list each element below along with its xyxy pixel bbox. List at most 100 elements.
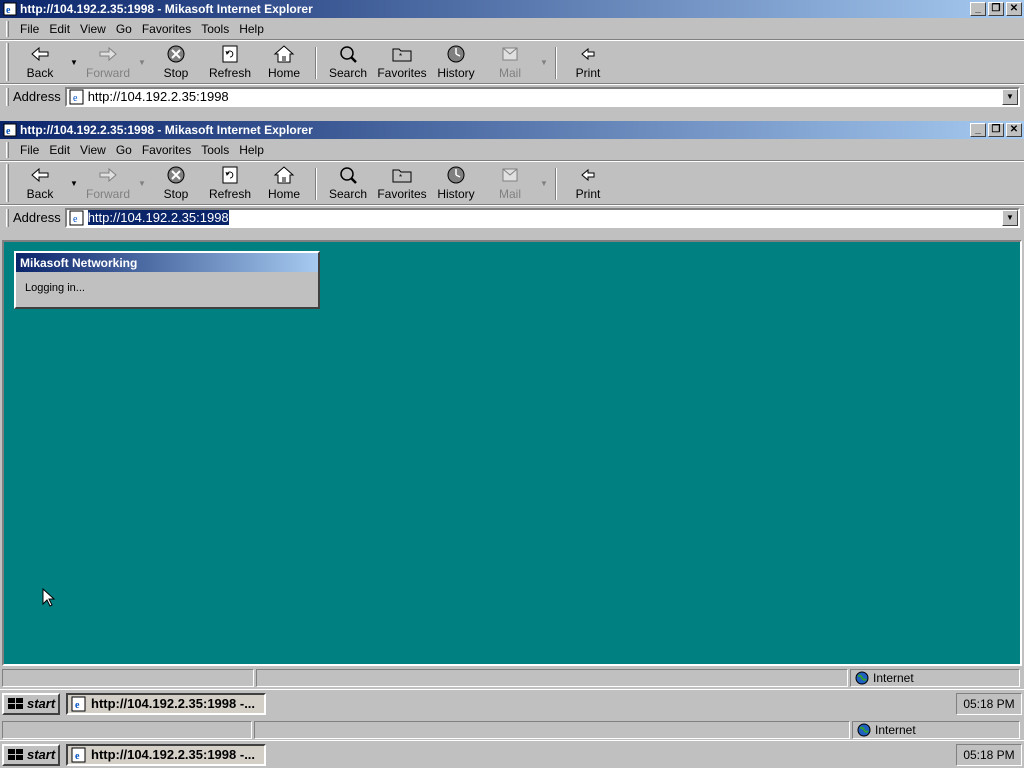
outer-menu-bar: File Edit View Go Favorites Tools Help (0, 18, 1024, 40)
menu-grip (6, 141, 9, 158)
inner-menu-go[interactable]: Go (111, 143, 137, 157)
outer-start-button[interactable]: start (2, 743, 60, 766)
outer-print-button[interactable]: Print (561, 41, 615, 83)
outer-browser-window: e http://104.192.2.35:1998 - Mikasoft In… (0, 0, 1024, 108)
inner-title-bar[interactable]: e http://104.192.2.35:1998 - Mikasoft In… (0, 121, 1024, 139)
outer-start-label: start (27, 747, 56, 762)
windows-flag-icon (8, 748, 23, 760)
svg-text:*: * (399, 52, 402, 61)
outer-address-dropdown[interactable]: ▼ (1002, 88, 1018, 105)
outer-menu-help[interactable]: Help (234, 22, 269, 36)
outer-restore-button[interactable]: ❐ (988, 2, 1004, 16)
networking-dialog: Mikasoft Networking Logging in... (14, 251, 320, 309)
outer-menu-tools[interactable]: Tools (196, 22, 234, 36)
mail-label: Mail (498, 66, 521, 80)
outer-mail-button[interactable]: Mail (483, 41, 537, 83)
history-label: History (437, 187, 475, 201)
inner-address-label: Address (13, 210, 61, 225)
outer-search-button[interactable]: Search (321, 41, 375, 83)
refresh-icon (222, 166, 238, 184)
svg-text:*: * (399, 173, 402, 182)
inner-address-selected-text: http://104.192.2.35:1998 (87, 210, 229, 225)
outer-menu-file[interactable]: File (15, 22, 44, 36)
inner-address-input[interactable]: e http://104.192.2.35:1998 ▼ (64, 207, 1020, 228)
inner-menu-file[interactable]: File (15, 143, 44, 157)
search-label: Search (328, 66, 368, 80)
inner-print-button[interactable]: Print (561, 162, 615, 204)
inner-start-label: start (27, 696, 56, 711)
back-arrow-icon (31, 167, 49, 183)
outer-close-button[interactable]: ✕ (1006, 2, 1022, 16)
outer-back-button[interactable]: Back (13, 41, 67, 83)
inner-minimize-button[interactable]: _ (970, 123, 986, 137)
outer-forward-dropdown[interactable]: ▼ (135, 41, 149, 83)
outer-forward-button[interactable]: Forward (81, 41, 135, 83)
inner-forward-dropdown[interactable]: ▼ (135, 162, 149, 204)
forward-label: Forward (85, 66, 130, 80)
inner-start-button[interactable]: start (2, 692, 60, 715)
inner-task-button[interactable]: e http://104.192.2.35:1998 -... (66, 692, 266, 715)
dialog-message: Logging in... (25, 282, 85, 294)
inner-history-button[interactable]: History (429, 162, 483, 204)
inner-menu-tools[interactable]: Tools (196, 143, 234, 157)
back-label: Back (26, 66, 54, 80)
outer-window-title: http://104.192.2.35:1998 - Mikasoft Inte… (20, 2, 313, 16)
outer-title-bar[interactable]: e http://104.192.2.35:1998 - Mikasoft In… (0, 0, 1024, 18)
home-label: Home (267, 187, 300, 201)
print-label: Print (575, 187, 601, 201)
outer-menu-favorites[interactable]: Favorites (137, 22, 196, 36)
outer-refresh-button[interactable]: Refresh (203, 41, 257, 83)
svg-text:e: e (6, 126, 11, 137)
outer-status-pane-middle (254, 721, 850, 739)
home-label: Home (267, 66, 300, 80)
stop-label: Stop (163, 66, 189, 80)
inner-menu-favorites[interactable]: Favorites (137, 143, 196, 157)
mail-label: Mail (498, 187, 521, 201)
mouse-cursor-icon (42, 588, 56, 607)
outer-address-input[interactable]: e http://104.192.2.35:1998 ▼ (64, 86, 1020, 107)
inner-clock[interactable]: 05:18 PM (963, 697, 1014, 711)
inner-browser-window: e http://104.192.2.35:1998 - Mikasoft In… (0, 121, 1024, 229)
outer-menu-view[interactable]: View (75, 22, 111, 36)
outer-task-button[interactable]: e http://104.192.2.35:1998 -... (66, 743, 266, 766)
inner-restore-button[interactable]: ❐ (988, 123, 1004, 137)
dialog-title[interactable]: Mikasoft Networking (16, 253, 318, 272)
svg-text:e: e (6, 5, 11, 16)
inner-status-pane-main (2, 669, 254, 687)
inner-close-button[interactable]: ✕ (1006, 123, 1022, 137)
inner-menu-view[interactable]: View (75, 143, 111, 157)
inner-back-button[interactable]: Back (13, 162, 67, 204)
home-icon (273, 45, 295, 63)
inner-status-bar: Internet (0, 668, 1024, 688)
page-content-area[interactable]: Mikasoft Networking Logging in... (2, 240, 1022, 666)
favorites-label: Favorites (377, 187, 427, 201)
search-label: Search (328, 187, 368, 201)
inner-favorites-button[interactable]: * Favorites (375, 162, 429, 204)
home-icon (273, 166, 295, 184)
inner-menu-help[interactable]: Help (234, 143, 269, 157)
address-grip (6, 208, 9, 227)
outer-back-dropdown[interactable]: ▼ (67, 41, 81, 83)
outer-home-button[interactable]: Home (257, 41, 311, 83)
inner-mail-button[interactable]: Mail (483, 162, 537, 204)
outer-menu-edit[interactable]: Edit (44, 22, 75, 36)
outer-mail-dropdown[interactable]: ▼ (537, 41, 551, 83)
inner-address-dropdown[interactable]: ▼ (1002, 209, 1018, 226)
outer-taskbar: start e http://104.192.2.35:1998 -... 05… (0, 740, 1024, 768)
mail-icon (502, 47, 518, 61)
outer-menu-go[interactable]: Go (111, 22, 137, 36)
search-icon (340, 167, 357, 184)
outer-stop-button[interactable]: Stop (149, 41, 203, 83)
inner-refresh-button[interactable]: Refresh (203, 162, 257, 204)
inner-search-button[interactable]: Search (321, 162, 375, 204)
inner-stop-button[interactable]: Stop (149, 162, 203, 204)
inner-mail-dropdown[interactable]: ▼ (537, 162, 551, 204)
outer-clock[interactable]: 05:18 PM (963, 748, 1014, 762)
outer-minimize-button[interactable]: _ (970, 2, 986, 16)
inner-home-button[interactable]: Home (257, 162, 311, 204)
inner-back-dropdown[interactable]: ▼ (67, 162, 81, 204)
inner-forward-button[interactable]: Forward (81, 162, 135, 204)
outer-history-button[interactable]: History (429, 41, 483, 83)
outer-favorites-button[interactable]: * Favorites (375, 41, 429, 83)
inner-menu-edit[interactable]: Edit (44, 143, 75, 157)
